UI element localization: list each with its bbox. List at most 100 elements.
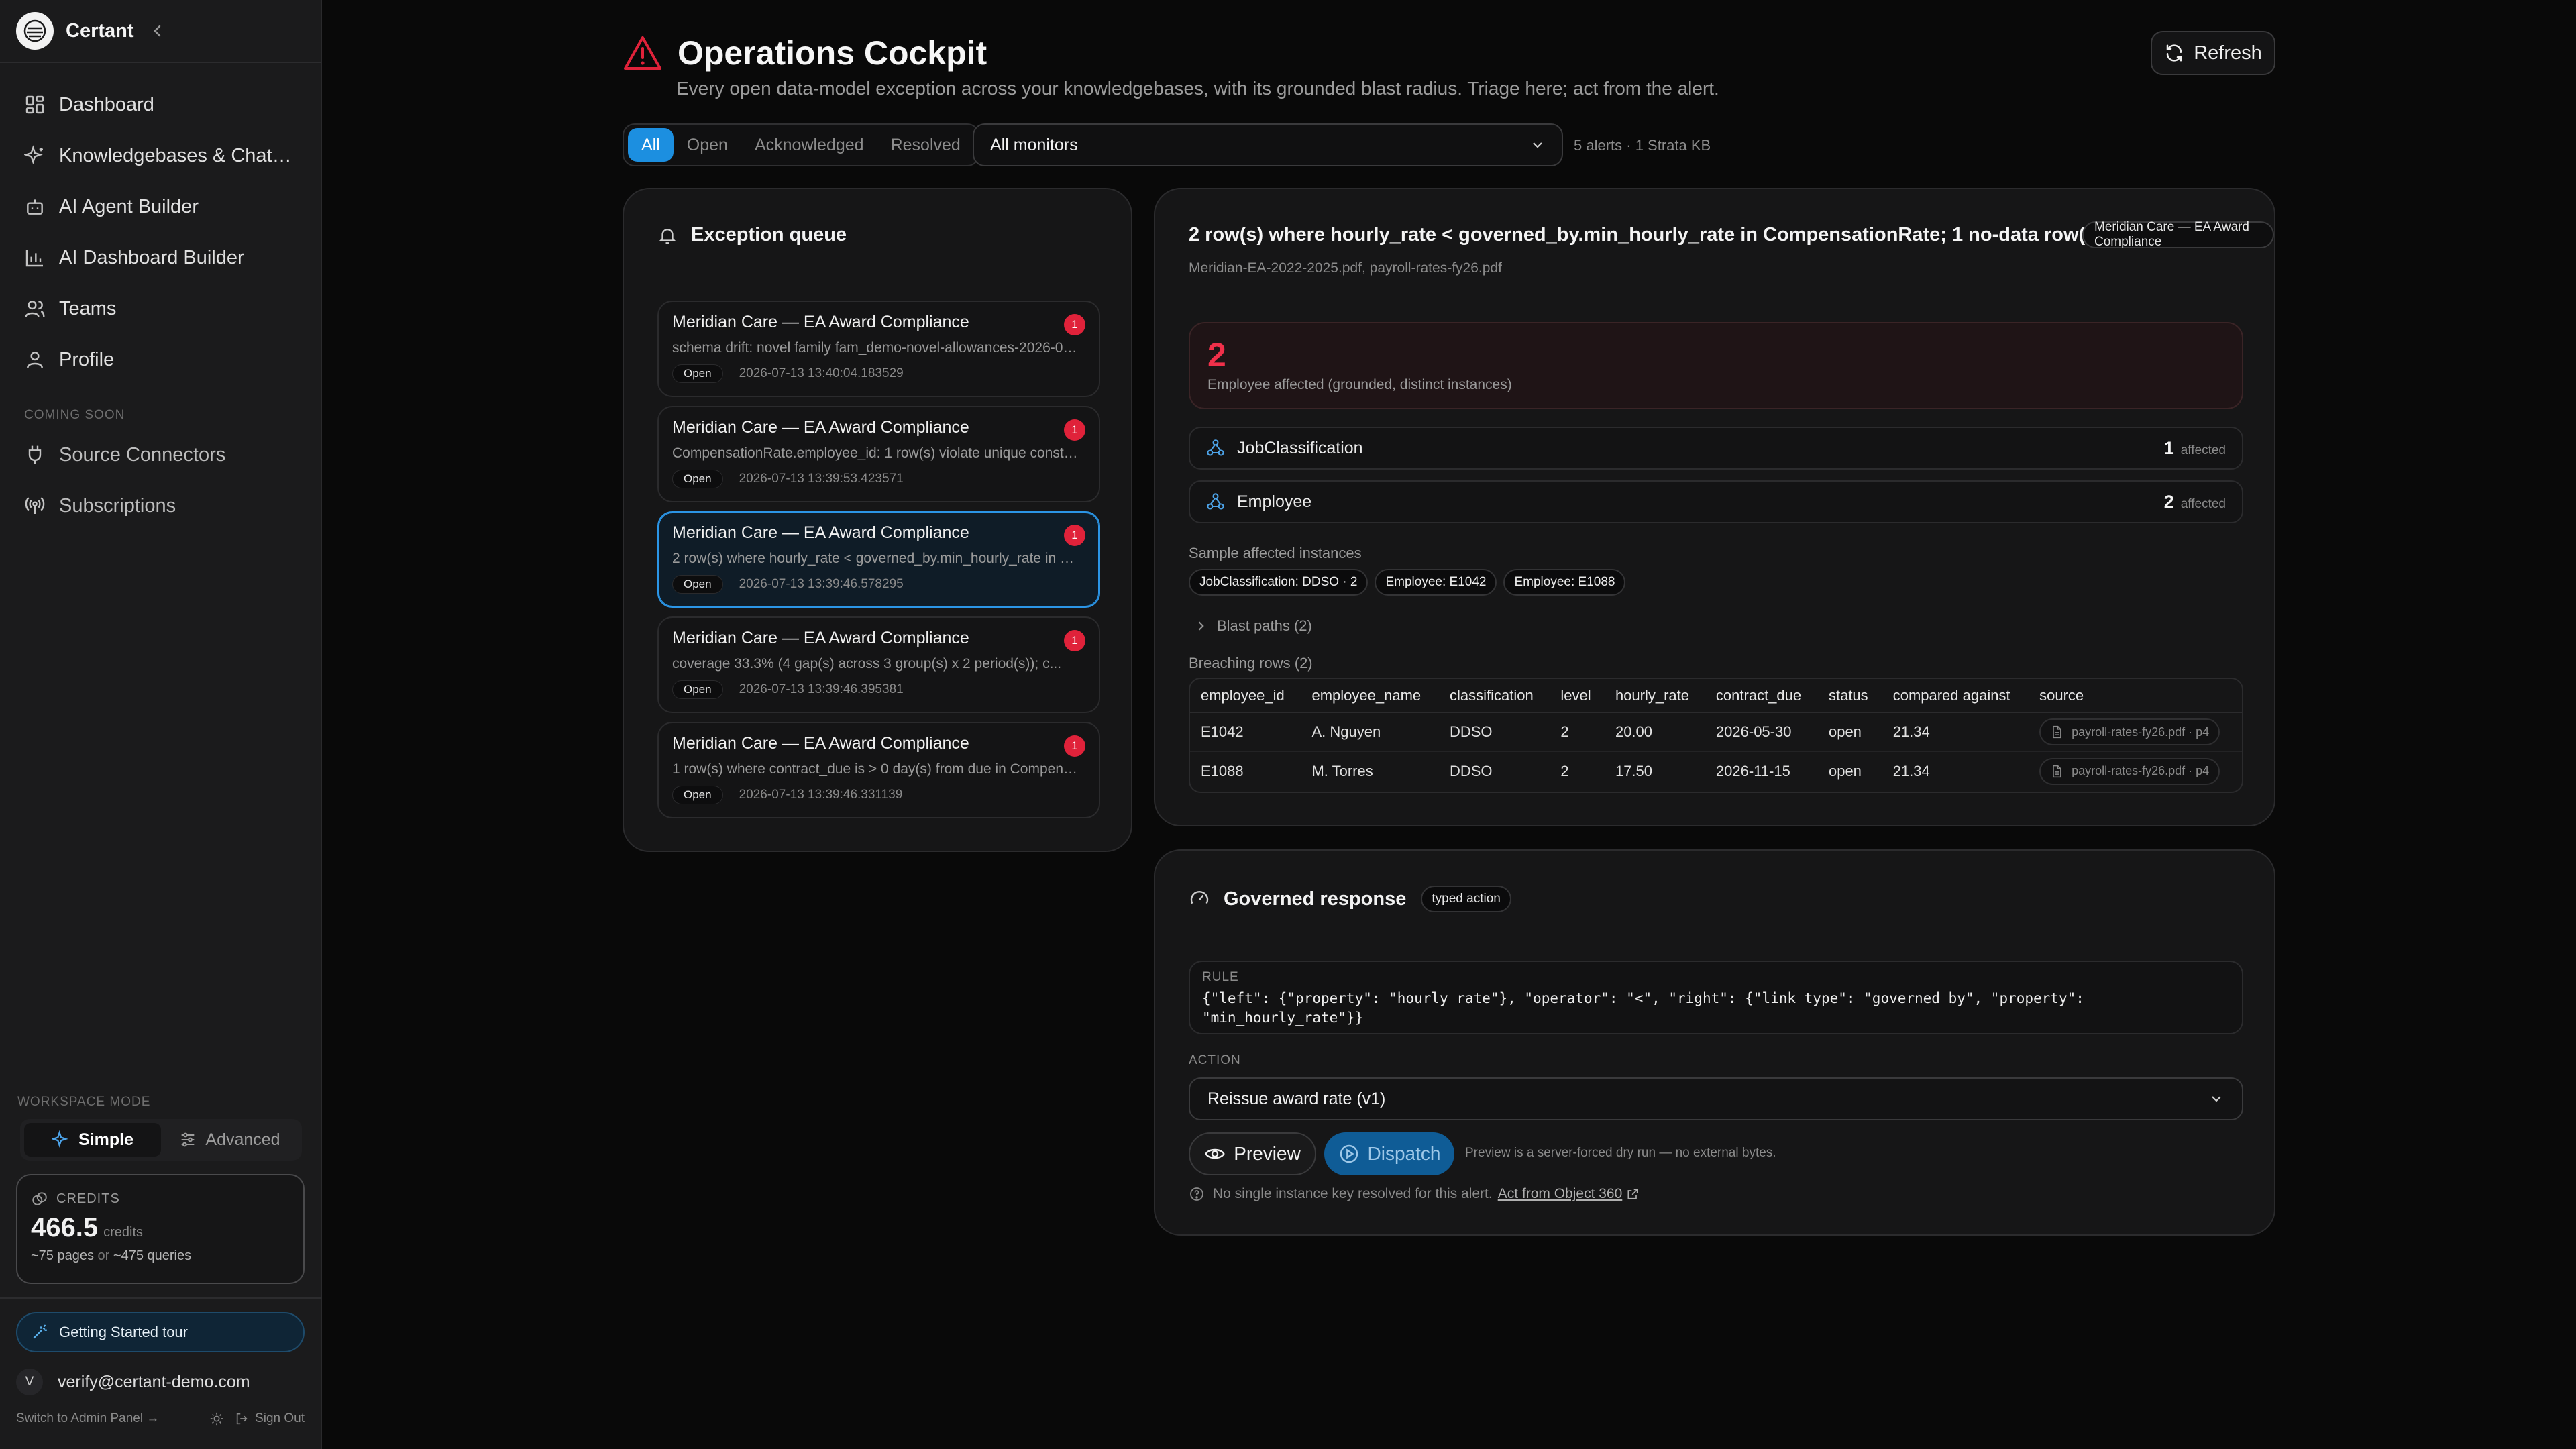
count-badge: 1 (1064, 630, 1085, 651)
document-icon (2053, 725, 2061, 739)
alert-count: 5 alerts · 1 Strata KB (1574, 137, 1711, 154)
refresh-icon (2166, 44, 2182, 62)
page-title: Operations Cockpit (678, 34, 987, 72)
queue-item-meta: Open 2026-07-13 13:39:46.578295 (672, 575, 1085, 594)
queue-item[interactable]: Meridian Care — EA Award Compliance 1 ro… (657, 722, 1100, 818)
nodes-icon (1207, 439, 1224, 456)
queue-item-time: 2026-07-13 13:40:04.183529 (739, 366, 904, 380)
entity-count: 2 affected (2164, 492, 2226, 513)
preview-button[interactable]: Preview (1189, 1132, 1316, 1175)
document-icon (2053, 765, 2061, 777)
tab-all[interactable]: All (628, 128, 674, 162)
mode-simple-button[interactable]: Simple (24, 1123, 161, 1157)
avatar: V (16, 1368, 43, 1395)
entity-row-employee[interactable]: Employee 2 affected (1189, 480, 2243, 523)
queue-item[interactable]: Meridian Care — EA Award Compliance cove… (657, 616, 1100, 713)
credits-panel[interactable]: CREDITS 466.5 credits ~75 pages or ~475 q… (16, 1174, 305, 1284)
refresh-button[interactable]: Refresh (2151, 31, 2275, 75)
queue-item[interactable]: Meridian Care — EA Award Compliance sche… (657, 301, 1100, 397)
chevron-right-icon (1198, 621, 1204, 631)
nav-item-dashboard[interactable]: Dashboard (0, 79, 321, 130)
sparkle-icon (52, 1130, 68, 1148)
user-account[interactable]: V verify@certant-demo.com (16, 1367, 250, 1397)
blast-paths-toggle[interactable]: Blast paths (2) (1189, 617, 1312, 635)
entity-count-suffix: affected (2180, 496, 2226, 511)
nav-item-subscriptions[interactable]: Subscriptions (0, 480, 321, 531)
page-subtitle: Every open data-model exception across y… (676, 78, 1719, 99)
column-header: contract_due (1705, 679, 1818, 713)
sample-instances-label: Sample affected instances (1189, 545, 1362, 561)
sample-chip[interactable]: Employee: E1088 (1503, 569, 1626, 596)
entity-row-jobclassification[interactable]: JobClassification 1 affected (1189, 427, 2243, 470)
act-from-object-360-link[interactable]: Act from Object 360 (1498, 1186, 1640, 1202)
queue-item[interactable]: Meridian Care — EA Award Compliance Comp… (657, 406, 1100, 502)
coming-soon-label: COMING SOON (24, 408, 125, 422)
nav-item-ai-dashboard-builder[interactable]: AI Dashboard Builder (0, 232, 321, 283)
preview-label: Preview (1234, 1143, 1301, 1164)
tab-acknowledged[interactable]: Acknowledged (741, 128, 877, 162)
tab-open[interactable]: Open (674, 128, 741, 162)
sparkle-icon (24, 145, 43, 165)
impact-summary: 2 Employee affected (grounded, distinct … (1189, 322, 2243, 409)
source-chip[interactable]: payroll-rates-fy26.pdf · p4 (2039, 757, 2220, 785)
nav-item-source-connectors[interactable]: Source Connectors (0, 429, 321, 480)
count-badge: 1 (1064, 735, 1085, 757)
credits-or: or (97, 1248, 110, 1263)
queue-item-selected[interactable]: Meridian Care — EA Award Compliance 2 ro… (657, 511, 1100, 608)
help-circle-icon (1190, 1187, 1203, 1201)
nav-label: Subscriptions (59, 494, 176, 517)
mode-advanced-button[interactable]: Advanced (161, 1123, 298, 1157)
users-icon (25, 301, 45, 317)
table-cell: payroll-rates-fy26.pdf · p4 (2029, 751, 2242, 790)
robot-icon (27, 199, 43, 215)
source-chip[interactable]: payroll-rates-fy26.pdf · p4 (2039, 718, 2220, 745)
switch-admin-link[interactable]: Switch to Admin Panel → (16, 1411, 159, 1426)
status-badge: Open (672, 786, 723, 804)
nav-item-profile[interactable]: Profile (0, 334, 321, 385)
chevron-down-icon (2212, 1096, 2221, 1102)
sample-chip[interactable]: Employee: E1042 (1375, 569, 1497, 596)
alert-monitor-tag: Meridian Care — EA Award Compliance (2082, 220, 2274, 249)
nav-item-ai-agent-builder[interactable]: AI Agent Builder (0, 181, 321, 232)
table-cell: 17.50 (1615, 762, 1653, 780)
chevron-down-icon (1533, 142, 1542, 148)
user-icon (27, 352, 43, 368)
queue-item-meta: Open 2026-07-13 13:40:04.183529 (672, 364, 1085, 383)
count-badge: 1 (1064, 314, 1085, 335)
sample-chip[interactable]: JobClassification: DDSO · 2 (1189, 569, 1368, 596)
table-cell: DDSO (1449, 762, 1493, 780)
action-select[interactable]: Reissue award rate (v1) (1189, 1077, 2243, 1120)
dispatch-button[interactable]: Dispatch (1324, 1132, 1454, 1175)
sun-icon[interactable] (209, 1411, 224, 1426)
play-circle-icon (1340, 1144, 1358, 1163)
sign-out-icon (236, 1413, 248, 1425)
getting-started-tour-button[interactable]: Getting Started tour (16, 1312, 305, 1352)
credits-unit: credits (103, 1225, 144, 1240)
column-header: hourly_rate (1604, 679, 1705, 713)
rule-code: {"left": {"property": "hourly_rate"}, "o… (1202, 989, 2230, 1028)
table-cell: 21.34 (1892, 762, 1930, 780)
tour-label: Getting Started tour (59, 1324, 188, 1340)
breaching-rows-label: Breaching rows (2) (1189, 655, 1313, 672)
sign-out-link[interactable]: Sign Out (255, 1411, 305, 1426)
preview-note: Preview is a server-forced dry run — no … (1465, 1146, 1776, 1160)
page-header: Operations Cockpit (623, 34, 987, 72)
column-header: employee_name (1301, 679, 1439, 713)
count-badge: 1 (1064, 525, 1085, 546)
nav-item-teams[interactable]: Teams (0, 283, 321, 334)
collapse-sidebar-icon[interactable] (150, 23, 165, 38)
sidebar-footer: Switch to Admin Panel → Sign Out (16, 1411, 305, 1426)
source-label: payroll-rates-fy26.pdf · p4 (2072, 764, 2210, 777)
queue-item-meta: Open 2026-07-13 13:39:46.331139 (672, 786, 1085, 804)
plug-icon (28, 445, 42, 464)
act-link-label: Act from Object 360 (1497, 1186, 1623, 1201)
monitor-select[interactable]: All monitors (973, 123, 1563, 166)
table-cell: DDSO (1438, 712, 1550, 752)
queue-item-time: 2026-07-13 13:39:46.395381 (739, 682, 904, 696)
nav-item-knowledgebases[interactable]: Knowledgebases & Chatb… (0, 130, 321, 181)
user-email: verify@certant-demo.com (58, 1372, 250, 1391)
brand-logo[interactable] (16, 12, 54, 50)
tab-resolved[interactable]: Resolved (877, 128, 974, 162)
exception-queue-card: Exception queue Meridian Care — EA Award… (623, 188, 1132, 852)
rule-label: RULE (1202, 970, 1239, 984)
